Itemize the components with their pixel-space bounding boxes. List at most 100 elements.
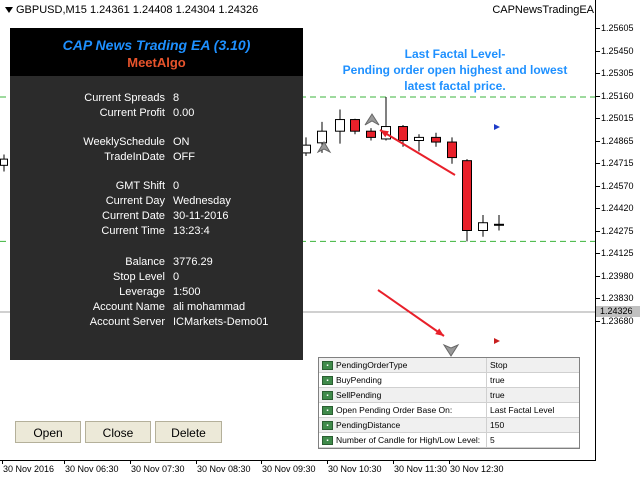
price-tick-label: 1.23980 [601, 270, 634, 281]
annotation-line-2: Pending order open highest and lowest [342, 63, 568, 77]
panel-value: 0 [173, 180, 180, 192]
panel-title: CAP News Trading EA (3.10) [62, 37, 251, 53]
panel-value: 1:500 [173, 286, 201, 298]
setting-value[interactable]: true [486, 373, 579, 387]
price-tick-label: 1.24275 [601, 225, 634, 236]
parameter-icon: ▪ [322, 405, 333, 415]
price-tick [596, 320, 600, 322]
setting-name: PendingDistance [336, 420, 401, 430]
parameter-icon: ▪ [322, 390, 333, 400]
time-tick [2, 461, 3, 464]
panel-label: TradeInDate [104, 151, 165, 163]
price-tick [596, 230, 600, 232]
settings-row[interactable]: ▪ Number of Candle for High/Low Level: 5 [319, 433, 579, 448]
panel-value: ON [173, 136, 190, 148]
candle-body [478, 222, 488, 231]
annotation-arrow [379, 129, 456, 176]
parameter-icon: ▪ [322, 420, 333, 430]
price-tick-label: 1.24715 [601, 158, 634, 168]
price-tick [596, 185, 600, 187]
time-tick [64, 461, 65, 464]
setting-value[interactable]: true [486, 388, 579, 402]
setting-value[interactable]: 150 [486, 418, 579, 432]
setting-value[interactable]: 5 [486, 433, 579, 447]
annotation-line-3: latest factal price. [404, 79, 506, 93]
time-tick [393, 461, 394, 464]
panel-value: 13:23:4 [173, 225, 210, 237]
parameter-icon: ▪ [322, 435, 333, 445]
panel-label: Balance [125, 256, 165, 268]
panel-value: ICMarkets-Demo01 [173, 316, 269, 328]
time-tick [327, 461, 328, 464]
panel-value: OFF [173, 151, 195, 163]
price-tick-label: 1.24570 [601, 180, 634, 191]
price-tick-label: 1.25160 [601, 90, 634, 101]
setting-value[interactable]: Last Factal Level [486, 403, 579, 417]
price-tick-label: 1.23830 [601, 293, 634, 303]
settings-row[interactable]: ▪ BuyPending true [319, 373, 579, 388]
time-tick-label: 30 Nov 12:30 [450, 464, 504, 474]
close-button[interactable]: Close [85, 421, 151, 443]
panel-label: Current Profit [99, 107, 165, 119]
time-tick-label: 30 Nov 11:30 [394, 464, 447, 474]
settings-row[interactable]: ▪ PendingOrderType Stop [319, 358, 579, 373]
current-price-label: 1.24326 [596, 306, 640, 317]
price-tick [596, 28, 600, 29]
price-tick-label: 1.25305 [601, 68, 634, 78]
ea-name-label: CAPNewsTradingEA [492, 4, 594, 16]
candle-body [0, 158, 8, 166]
panel-subtitle: MeetAlgo [127, 55, 186, 70]
price-tick [596, 140, 600, 142]
open-button[interactable]: Open [15, 421, 81, 443]
settings-row[interactable]: ▪ PendingDistance 150 [319, 418, 579, 433]
price-tick [596, 163, 600, 164]
setting-name: Open Pending Order Base On: [336, 405, 453, 415]
price-axis[interactable]: 1.25605 1.25450 1.25305 1.25160 1.25015 1.248… [595, 0, 640, 460]
panel-label: GMT Shift [115, 180, 165, 192]
candle-body [462, 160, 472, 231]
panel-value: 3776.29 [173, 256, 213, 268]
candle-body [447, 141, 457, 159]
settings-row[interactable]: ▪ Open Pending Order Base On: Last Factal … [319, 403, 579, 418]
panel-label: Current Spreads [84, 92, 165, 104]
panel-header: CAP News Trading EA (3.10) MeetAlgo [10, 28, 303, 76]
price-tick [596, 50, 600, 52]
price-tick [596, 253, 600, 254]
time-tick [196, 461, 197, 464]
price-tick-label: 1.24865 [601, 135, 634, 146]
candle-body [317, 130, 327, 144]
buy-pending-marker [494, 124, 500, 130]
panel-label: Account Server [89, 316, 165, 328]
settings-row[interactable]: ▪ SellPending true [319, 388, 579, 403]
setting-value[interactable]: Stop [486, 358, 579, 372]
panel-value: 0.00 [173, 107, 195, 119]
candle-body [398, 126, 408, 142]
dropdown-triangle-icon[interactable] [5, 7, 13, 14]
panel-value: 8 [173, 92, 180, 104]
annotation-arrow [377, 289, 445, 337]
time-tick-label: 30 Nov 08:30 [197, 464, 251, 474]
panel-label: Account Name [92, 301, 165, 313]
candle-body [350, 119, 360, 132]
time-axis[interactable]: 30 Nov 2016 30 Nov 06:30 30 Nov 07:30 30 No… [0, 460, 596, 481]
price-tick [596, 298, 600, 299]
symbol-info: GBPUSD,M15 1.24361 1.24408 1.24304 1.243… [16, 4, 259, 16]
price-tick [596, 208, 600, 209]
price-tick [596, 118, 600, 119]
settings-table: ▪ PendingOrderType Stop ▪ BuyPending true ▪ Sel… [318, 357, 580, 449]
time-tick-label: 30 Nov 07:30 [131, 464, 185, 474]
price-tick-label: 1.25450 [601, 45, 634, 56]
panel-label: Leverage [119, 286, 165, 298]
delete-button[interactable]: Delete [155, 421, 222, 443]
annotation-line-1: Last Factal Level- [404, 47, 506, 61]
time-tick-label: 30 Nov 10:30 [328, 464, 382, 474]
price-tick [596, 73, 600, 74]
panel-label: Stop Level [113, 271, 165, 283]
panel-value: 30-11-2016 [173, 210, 229, 222]
price-tick [596, 275, 600, 277]
setting-name: PendingOrderType [336, 360, 408, 370]
price-tick [596, 95, 600, 97]
time-tick [130, 461, 131, 464]
setting-name: SellPending [336, 390, 382, 400]
panel-label: Current Time [101, 225, 165, 237]
